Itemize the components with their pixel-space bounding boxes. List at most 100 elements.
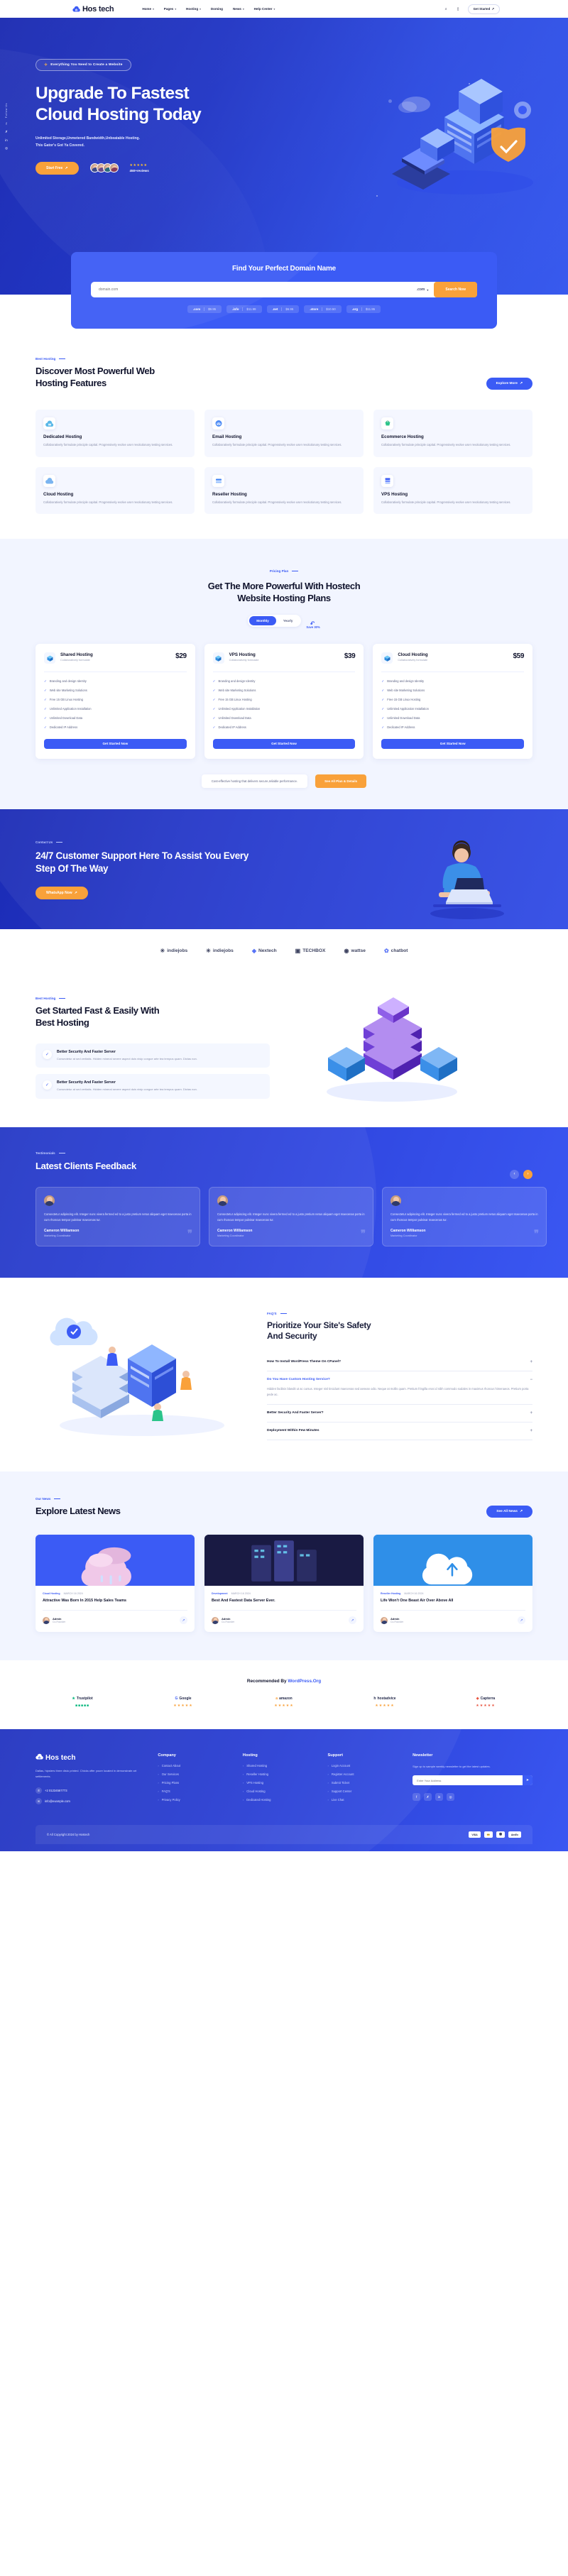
news-card[interactable]: Cloud Hosting MARCH 16 2024 Attractive Wa… xyxy=(36,1534,195,1633)
footer-link[interactable]: › Dedicated Hosting xyxy=(243,1798,318,1802)
instagram-icon[interactable]: ◎ xyxy=(5,146,8,150)
started-item[interactable]: ✓ Better Security And Faster Server Cons… xyxy=(36,1074,270,1099)
linkedin-icon[interactable]: in xyxy=(5,138,7,142)
feature-body: Collaboratively formulate principle capi… xyxy=(212,500,342,504)
domain-search-input[interactable] xyxy=(99,287,417,292)
footer-phone[interactable]: ✆ +2 01234567773 xyxy=(36,1787,148,1794)
get-started-now-button[interactable]: Get Started Now xyxy=(381,738,524,749)
feature-card[interactable]: Cloud Hosting Collaboratively formulate … xyxy=(36,466,195,515)
nav-item-home[interactable]: Home ▾ xyxy=(142,7,153,11)
tld-chip[interactable]: .info $11.99 xyxy=(226,305,262,313)
testimonials-carousel[interactable]: Consectetur adipiscing elit. Integer nun… xyxy=(36,1186,547,1246)
review-badge[interactable]: h hostadvice ★★★★★ xyxy=(338,1697,432,1708)
toggle-yearly[interactable]: Yearly xyxy=(276,616,300,625)
footer-link[interactable]: › Cloud Hosting xyxy=(243,1790,318,1793)
footer-link[interactable]: › Our Services xyxy=(158,1772,233,1776)
footer-link[interactable]: › Submit Ticket xyxy=(328,1781,403,1785)
footer-link[interactable]: › Privacy Policy xyxy=(158,1798,233,1802)
tld-chip[interactable]: .org $11.95 xyxy=(346,305,381,313)
footer-link[interactable]: › Contact About xyxy=(158,1764,233,1767)
news-card[interactable]: Development MARCH 16 2024 Best And Fastes… xyxy=(204,1534,364,1633)
get-started-button[interactable]: Get Started ↗ xyxy=(467,4,500,14)
search-icon[interactable]: ⌕ xyxy=(444,6,449,11)
check-icon: ✓ xyxy=(44,725,47,729)
whatsapp-now-label: WhatsApp Now xyxy=(46,891,72,896)
plan-feature: ✓ Free 15 GB Linux Hosting xyxy=(381,698,524,702)
start-free-button[interactable]: Start Free ↗ xyxy=(36,161,79,175)
footer-email[interactable]: ✉ info@example.com xyxy=(36,1798,148,1805)
feature-card[interactable]: Email Hosting Collaboratively formulate … xyxy=(204,409,364,457)
review-badge[interactable]: ◆ Capterra ★★★★★ xyxy=(439,1697,532,1708)
plan-feature-label: Web site Marketing Solutions xyxy=(218,689,256,693)
news-date: MARCH 16 2024 xyxy=(404,1591,424,1595)
tld-chip[interactable]: .net $6.95 xyxy=(266,305,300,313)
rating-stars: ★★★★★ xyxy=(129,163,148,168)
client-logo-label: indiejobs xyxy=(212,948,234,954)
news-card[interactable]: Reseller Hosting MARCH 16 2024 Life Won't… xyxy=(373,1534,532,1633)
nav-item-help-center[interactable]: Help Center ▾ xyxy=(254,7,275,11)
avatar xyxy=(109,163,119,173)
explore-more-button[interactable]: Explore More ↗ xyxy=(486,377,532,390)
facebook-icon[interactable]: f xyxy=(413,1793,421,1802)
newsletter-submit-button[interactable]: ➤ xyxy=(523,1775,532,1786)
footer-brand-logo[interactable]: Hos tech xyxy=(36,1753,148,1762)
feature-card[interactable]: Reseller Hosting Collaboratively formula… xyxy=(204,466,364,515)
faq-row[interactable]: Better Security And Faster Server? + xyxy=(267,1405,532,1423)
footer-company-column: Company › Contact About › Our Services › Pr… xyxy=(158,1753,233,1807)
footer-link[interactable]: › FAQ'S xyxy=(158,1790,233,1793)
get-started-now-button[interactable]: Get Started Now xyxy=(212,738,356,749)
started-item[interactable]: ✓ Better Security And Faster Server Cons… xyxy=(36,1043,270,1068)
nav-item-hosting[interactable]: Hosting ▾ xyxy=(186,7,201,11)
twitter-icon[interactable]: ✗ xyxy=(424,1793,432,1802)
check-icon: ✓ xyxy=(212,725,216,729)
tld-select[interactable]: .com ▾ xyxy=(417,287,429,292)
see-all-plans-button[interactable]: See All Plan & Details xyxy=(315,774,367,788)
footer-link[interactable]: › Support Center xyxy=(328,1790,403,1793)
footer-link[interactable]: › Register Account xyxy=(328,1772,403,1776)
footer-link[interactable]: › Shared Hosting xyxy=(243,1764,318,1767)
plan-feature: ✓ Dedicated IP Address xyxy=(381,725,524,730)
feature-card[interactable]: VPS Hosting Collaboratively formulate pr… xyxy=(373,466,532,515)
footer-link[interactable]: › Reseller Hosting xyxy=(243,1772,318,1776)
plan-name: Shared Hosting xyxy=(60,652,93,658)
footer-link[interactable]: › VPS Hosting xyxy=(243,1781,318,1785)
see-all-news-button[interactable]: See All News ↗ xyxy=(486,1505,532,1518)
get-started-now-button[interactable]: Get Started Now xyxy=(44,738,187,749)
newsletter-input[interactable] xyxy=(417,1778,523,1782)
footer-col-head: Support xyxy=(327,1753,343,1758)
faq-row[interactable]: Do You Have Custom Hosting Service? − Hid… xyxy=(267,1371,532,1405)
chevron-down-icon: ▾ xyxy=(273,7,275,11)
nav-item-doming[interactable]: Doming xyxy=(211,7,223,11)
quote-icon: ❞ xyxy=(187,1227,192,1239)
client-logo-label: chatbot xyxy=(390,948,408,954)
brand-logo[interactable]: Hos tech xyxy=(72,5,114,13)
faq-row[interactable]: Deployment Within Few Minutes + xyxy=(267,1423,532,1440)
search-now-button[interactable]: Search Now xyxy=(434,282,477,297)
nav-item-pages[interactable]: Pages ▾ xyxy=(164,7,176,11)
feature-card[interactable]: Dedicated Hosting Collaboratively formul… xyxy=(36,409,195,457)
nav-item-news[interactable]: News ▾ xyxy=(233,7,244,11)
tld-chip[interactable]: .store $10.50 xyxy=(304,305,342,313)
arrow-up-right-icon[interactable]: ↗ xyxy=(518,1616,525,1625)
carousel-next-button[interactable]: › xyxy=(523,1169,532,1179)
linkedin-icon[interactable]: in xyxy=(435,1793,444,1802)
avatar xyxy=(44,1195,55,1206)
faq-row[interactable]: How To Install WordPress Theme On CPanel… xyxy=(267,1354,532,1371)
cart-icon[interactable]: ▯ xyxy=(456,6,461,11)
footer-link[interactable]: › Pricing Plans xyxy=(158,1781,233,1785)
plan-feature: ✓ Web site Marketing Solutions xyxy=(381,689,524,693)
carousel-prev-button[interactable]: ‹ xyxy=(510,1169,519,1179)
arrow-up-right-icon[interactable]: ↗ xyxy=(349,1616,356,1625)
whatsapp-now-button[interactable]: WhatsApp Now ↗ xyxy=(36,887,88,900)
feature-card[interactable]: Ecommerce Hosting Collaboratively formul… xyxy=(373,409,532,457)
arrow-up-right-icon[interactable]: ↗ xyxy=(180,1616,187,1625)
instagram-icon[interactable]: ◎ xyxy=(447,1793,455,1802)
tld-chip[interactable]: .com $9.95 xyxy=(187,305,222,313)
footer-link[interactable]: › Live Chat xyxy=(328,1798,403,1802)
twitter-icon[interactable]: ✗ xyxy=(5,130,8,134)
review-badge[interactable]: ★ Trustpilot ■■■■■ xyxy=(36,1697,129,1708)
review-badge[interactable]: a amazon ★★★★★ xyxy=(237,1697,331,1708)
review-badge[interactable]: G Google ★★★★★ xyxy=(136,1697,230,1708)
footer-link[interactable]: › Login Account xyxy=(328,1764,403,1767)
toggle-monthly[interactable]: Monthly xyxy=(249,616,276,626)
